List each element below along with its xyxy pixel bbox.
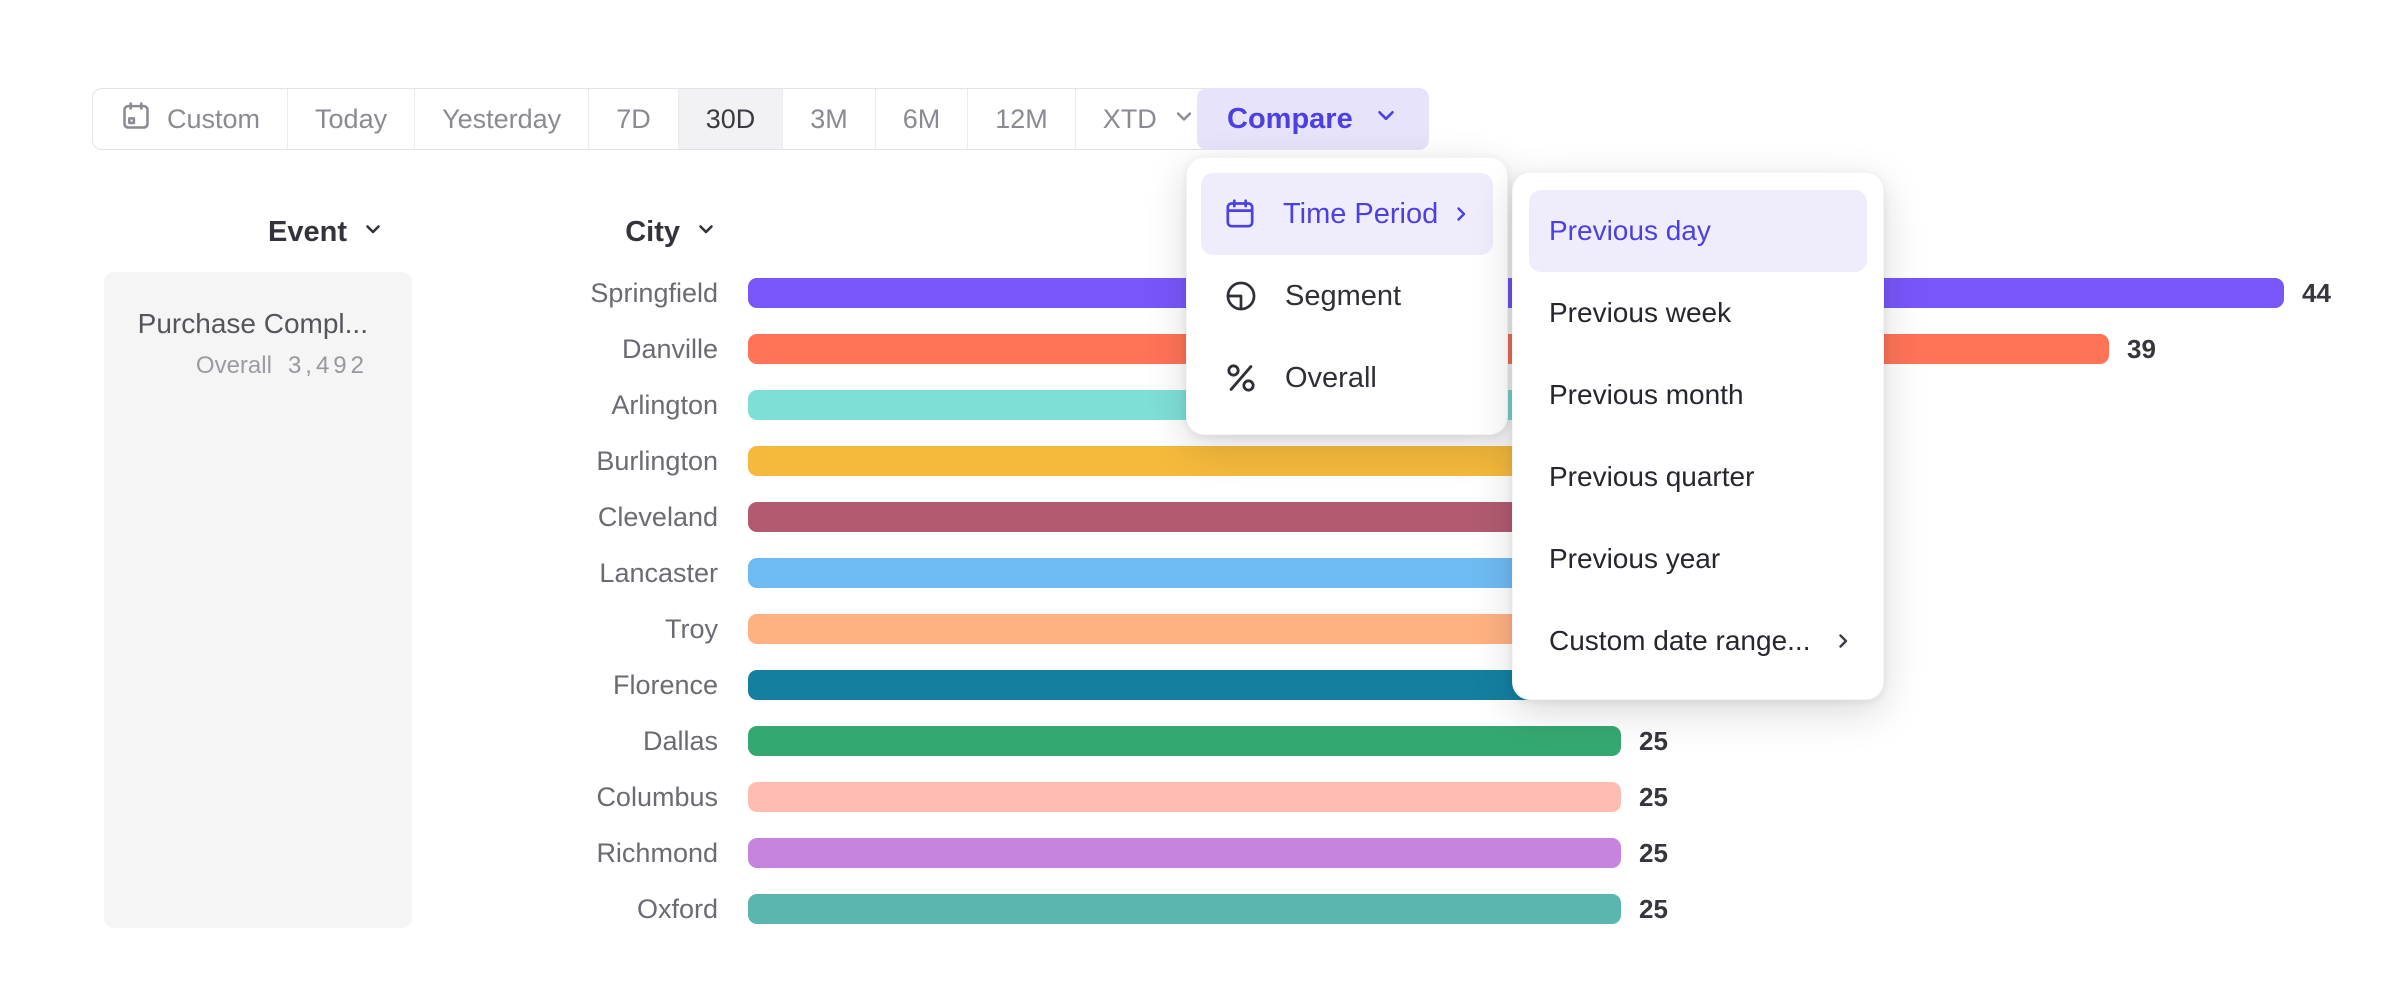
menu-item-label: Custom date range... [1549, 625, 1810, 657]
bar-dallas[interactable] [748, 726, 1621, 756]
city-label: Dallas [0, 726, 718, 757]
chart-row-oxford: Oxford 25 [0, 881, 2331, 937]
chevron-down-icon [694, 216, 718, 249]
menu-item-label: Previous week [1549, 297, 1731, 329]
city-bar-chart: Springfield 44 Danville 39 Arlington Burlingt… [0, 265, 2331, 937]
time-period-submenu: Previous day Previous week Previous month P… [1512, 172, 1884, 700]
time-period-item-previous-week[interactable]: Previous week [1513, 272, 1883, 354]
event-header-label: Event [268, 216, 347, 249]
range-button-yesterday[interactable]: Yesterday [414, 89, 588, 149]
city-label: Richmond [0, 838, 718, 869]
compare-menu-item-segment[interactable]: Segment [1201, 255, 1493, 337]
menu-item-label: Previous quarter [1549, 461, 1754, 493]
menu-item-label: Overall [1285, 362, 1377, 395]
time-period-item-previous-quarter[interactable]: Previous quarter [1513, 436, 1883, 518]
bar-value: 39 [2127, 334, 2156, 365]
time-period-item-previous-year[interactable]: Previous year [1513, 518, 1883, 600]
bar-value: 25 [1639, 894, 1668, 925]
bar-value: 44 [2302, 278, 2331, 309]
city-label: Lancaster [0, 558, 718, 589]
chart-row-arlington: Arlington [0, 377, 2331, 433]
chart-row-troy: Troy [0, 601, 2331, 657]
bar-value: 25 [1639, 782, 1668, 813]
chevron-right-icon [1449, 202, 1473, 226]
calendar-icon [1223, 197, 1257, 231]
bar-columbus[interactable] [748, 782, 1621, 812]
city-label: Columbus [0, 782, 718, 813]
chevron-down-icon [361, 216, 385, 249]
city-label: Springfield [0, 278, 718, 309]
range-button-label: XTD [1103, 104, 1157, 135]
segment-icon [1223, 278, 1259, 314]
bar-richmond[interactable] [748, 838, 1621, 868]
city-label: Arlington [0, 390, 718, 421]
range-button-label: 30D [706, 104, 756, 135]
date-range-toolbar: Custom Today Yesterday 7D 30D 3M 6M 12M XTD [92, 88, 1224, 150]
chevron-down-icon [1373, 102, 1399, 136]
chart-row-springfield: Springfield 44 [0, 265, 2331, 321]
time-period-item-previous-month[interactable]: Previous month [1513, 354, 1883, 436]
city-header-label: City [625, 216, 680, 249]
city-label: Cleveland [0, 502, 718, 533]
city-label: Troy [0, 614, 718, 645]
range-button-30d[interactable]: 30D [678, 89, 783, 149]
chevron-down-icon [1172, 104, 1196, 135]
range-button-label: 6M [903, 104, 941, 135]
insights-report: Custom Today Yesterday 7D 30D 3M 6M 12M XTD Comp… [0, 0, 2394, 1004]
city-label: Burlington [0, 446, 718, 477]
range-button-label: Today [315, 104, 387, 135]
range-button-7d[interactable]: 7D [588, 89, 678, 149]
calendar-icon [120, 100, 152, 139]
range-button-3m[interactable]: 3M [782, 89, 875, 149]
range-button-6m[interactable]: 6M [875, 89, 968, 149]
range-button-label: Yesterday [442, 104, 561, 135]
bar-value: 25 [1639, 726, 1668, 757]
compare-button-label: Compare [1227, 103, 1353, 136]
chart-row-florence: Florence [0, 657, 2331, 713]
bar-value: 25 [1639, 838, 1668, 869]
menu-item-label: Segment [1285, 280, 1401, 313]
compare-menu-item-time-period[interactable]: Time Period [1201, 173, 1493, 255]
menu-item-label: Previous day [1549, 215, 1711, 247]
time-period-item-custom-date-range[interactable]: Custom date range... [1513, 600, 1883, 682]
compare-menu: Time Period Segment Overall [1186, 157, 1508, 435]
range-button-label: Custom [167, 104, 260, 135]
chart-row-columbus: Columbus 25 [0, 769, 2331, 825]
time-period-item-previous-day[interactable]: Previous day [1529, 190, 1867, 272]
chart-row-richmond: Richmond 25 [0, 825, 2331, 881]
chart-row-lancaster: Lancaster [0, 545, 2331, 601]
range-button-custom[interactable]: Custom [93, 89, 287, 149]
range-button-label: 7D [616, 104, 651, 135]
city-column-header[interactable]: City [470, 216, 718, 249]
menu-item-label: Previous year [1549, 543, 1720, 575]
menu-item-label: Previous month [1549, 379, 1744, 411]
city-label: Florence [0, 670, 718, 701]
chart-row-cleveland: Cleveland [0, 489, 2331, 545]
chart-row-burlington: Burlington [0, 433, 2331, 489]
compare-button[interactable]: Compare [1197, 88, 1429, 150]
compare-menu-item-overall[interactable]: Overall [1201, 337, 1493, 419]
range-button-today[interactable]: Today [287, 89, 414, 149]
event-column-header[interactable]: Event [104, 216, 385, 249]
menu-item-label: Time Period [1283, 198, 1438, 231]
city-label: Danville [0, 334, 718, 365]
chart-row-dallas: Dallas 25 [0, 713, 2331, 769]
bar-oxford[interactable] [748, 894, 1621, 924]
chart-row-danville: Danville 39 [0, 321, 2331, 377]
percent-icon [1223, 360, 1259, 396]
range-button-12m[interactable]: 12M [967, 89, 1075, 149]
range-button-label: 3M [810, 104, 848, 135]
chevron-right-icon [1831, 629, 1855, 653]
range-button-label: 12M [995, 104, 1048, 135]
city-label: Oxford [0, 894, 718, 925]
